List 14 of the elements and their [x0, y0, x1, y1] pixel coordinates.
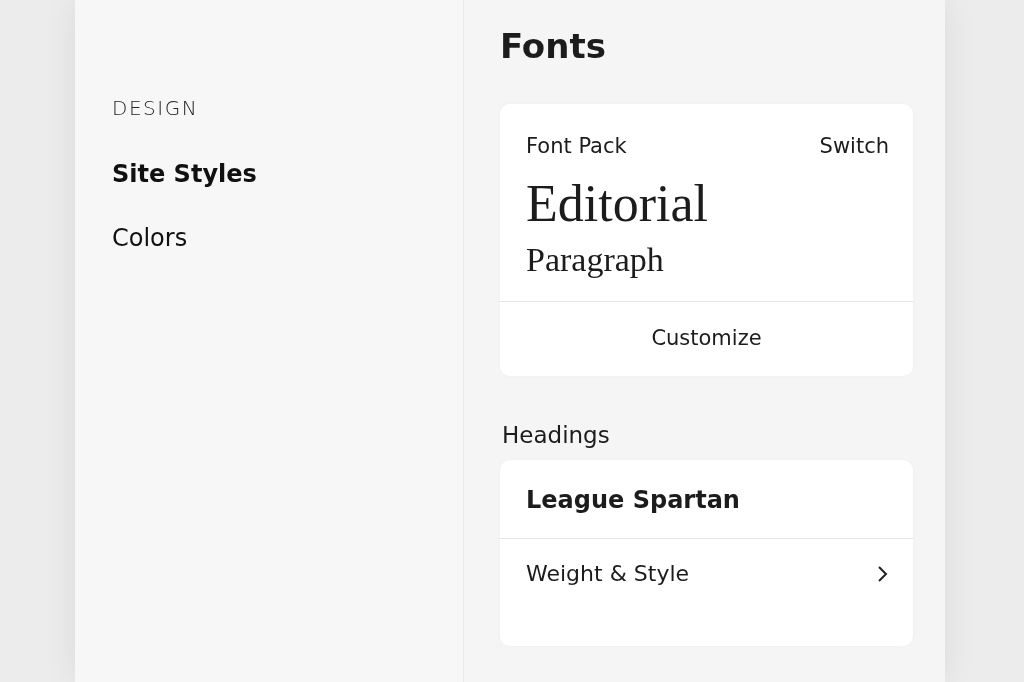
customize-button[interactable]: Customize [500, 301, 913, 376]
paragraph-font-sample: Paragraph [525, 240, 665, 280]
section-heading: DESIGN [112, 96, 199, 120]
chevron-right-icon [877, 564, 889, 583]
font-name[interactable]: League Spartan [500, 460, 913, 539]
sidebar-item[interactable]: Colors [112, 224, 188, 252]
sidebar-item[interactable]: Site Styles [112, 160, 257, 188]
row-label: Weight & Style [526, 561, 690, 586]
panel-title: Fonts [500, 26, 607, 66]
switch-link[interactable]: Switch [819, 134, 889, 158]
settings-row[interactable]: Weight & Style [500, 539, 913, 646]
font-pack-label: Font Pack [526, 134, 627, 158]
section-title: Headings [502, 422, 611, 448]
heading-font-sample: Editorial [525, 174, 709, 233]
